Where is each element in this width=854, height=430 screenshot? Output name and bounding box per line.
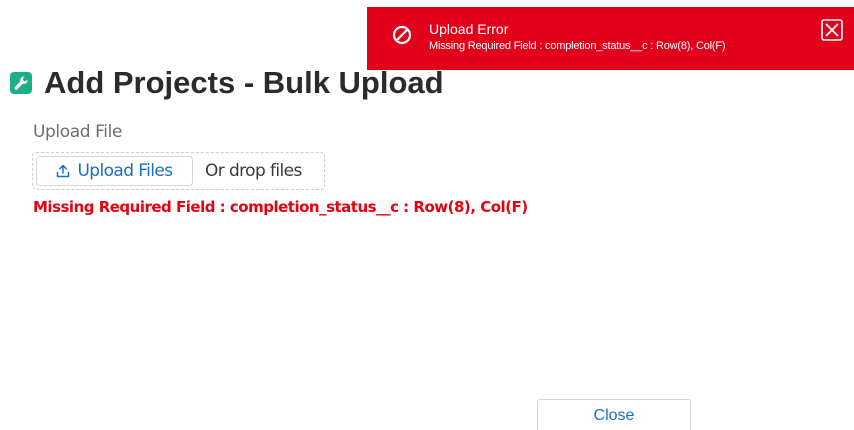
wrench-icon — [10, 72, 32, 94]
close-button[interactable]: Close — [537, 399, 691, 430]
toast-title: Upload Error — [429, 21, 509, 37]
drop-files-text: Or drop files — [205, 161, 302, 181]
upload-files-label: Upload Files — [77, 161, 173, 181]
upload-error-message: Missing Required Field : completion_stat… — [33, 198, 528, 216]
close-icon[interactable] — [821, 19, 843, 41]
file-dropzone[interactable]: Upload Files Or drop files — [32, 152, 325, 190]
page-title: Add Projects - Bulk Upload — [44, 65, 444, 100]
upload-files-button[interactable]: Upload Files — [36, 156, 193, 186]
toast-message: Missing Required Field : completion_stat… — [429, 40, 726, 52]
error-circle-slash-icon — [392, 25, 412, 45]
upload-error-toast: Upload Error Missing Required Field : co… — [367, 7, 854, 70]
upload-icon — [57, 164, 70, 178]
page-header: Add Projects - Bulk Upload — [10, 66, 444, 100]
upload-file-label: Upload File — [33, 122, 123, 142]
